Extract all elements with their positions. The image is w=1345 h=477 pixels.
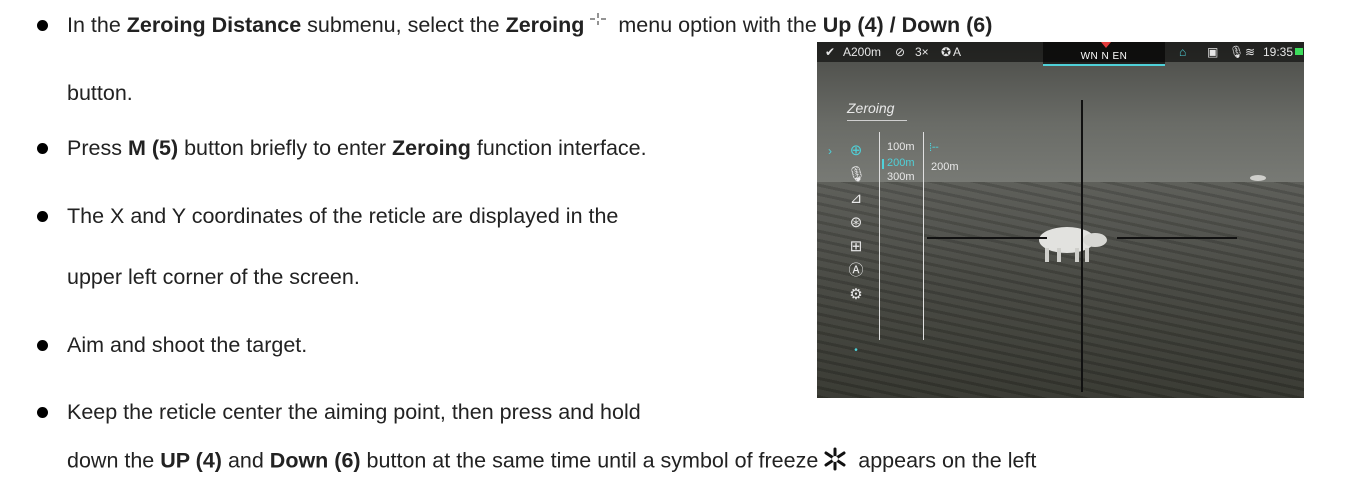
recording-icon: ▣ (1207, 45, 1219, 59)
instruction-line-3: The X and Y coordinates of the reticle a… (67, 204, 619, 228)
submenu-divider (879, 132, 880, 340)
zeroing-icon (590, 13, 607, 39)
zeroing-option-icon[interactable]: ⁞╌ (929, 141, 939, 154)
settings-menu-icon[interactable]: ⚙ (847, 286, 865, 304)
microphone-menu-icon[interactable]: 🎙 (847, 166, 866, 184)
freeze-icon (822, 447, 848, 477)
time-readout: 19:35 (1263, 45, 1294, 59)
instruction-line-2: Press M (5) button briefly to enter Zero… (67, 136, 647, 160)
no-rangefinder-icon: ⊘ (895, 45, 906, 59)
zoom-readout: 3× (915, 45, 929, 59)
zeroing-menu-icon[interactable]: ⊕ (847, 142, 865, 160)
reticle-horizontal-left (927, 237, 1047, 239)
reticle-vertical (1081, 100, 1083, 392)
stadiametric-icon: ⌂ (1179, 45, 1187, 59)
distant-animal (1250, 175, 1266, 181)
microphone-icon: 🎙 (1229, 45, 1245, 59)
north-marker-icon (1101, 42, 1111, 48)
display-menu-icon[interactable]: ⊿ (847, 190, 865, 208)
mode-icon: ✪ (941, 45, 952, 59)
scene-field (817, 182, 1304, 398)
instruction-line-4: Aim and shoot the target. (67, 333, 308, 357)
bullet (37, 340, 48, 351)
ballistic-icon: ✔ (825, 45, 836, 59)
freeze-menu-icon[interactable]: ⊛ (847, 214, 865, 232)
selected-distance-readout: 200m (931, 161, 959, 173)
menu-title: Zeroing (847, 100, 895, 116)
bullet (37, 407, 48, 418)
bullet (37, 211, 48, 222)
compass-menu-icon[interactable]: Ⓐ (847, 262, 865, 280)
distance-readout: A200m (843, 45, 882, 59)
menu-title-underline (847, 120, 907, 121)
mode-readout: A (953, 45, 962, 59)
compass-strip: WN N EN (1043, 42, 1165, 66)
selection-bar (882, 159, 884, 169)
distance-option[interactable]: 100m (887, 141, 915, 153)
battery-icon (1295, 48, 1303, 55)
instruction-line-1-cont: button. (67, 81, 133, 105)
reticle-horizontal-right (1117, 237, 1237, 239)
device-screenshot: ✔ A200m ⊘ 3× ✪ A ⌂ ▣ 🎙 ≋ 19:35 WN N EN Z… (817, 42, 1304, 398)
instruction-line-6: down the UP (4) and Down (6) button at t… (67, 447, 1036, 477)
boar-target (1039, 227, 1107, 262)
bullet (37, 143, 48, 154)
bullet (37, 20, 48, 31)
distance-option[interactable]: 300m (887, 171, 915, 183)
wifi-icon: ≋ (1245, 45, 1256, 59)
selector-arrow-icon: › (828, 144, 832, 158)
page-dot-icon: • (854, 345, 858, 356)
distance-option-selected[interactable]: 200m (887, 157, 915, 169)
zoom-menu-icon[interactable]: ⊞ (847, 238, 865, 256)
instruction-line-5: Keep the reticle center the aiming point… (67, 400, 641, 424)
instruction-line-3-cont: upper left corner of the screen. (67, 265, 360, 289)
instruction-line-1: In the Zeroing Distance submenu, select … (67, 12, 992, 39)
submenu-divider-2 (923, 132, 924, 340)
